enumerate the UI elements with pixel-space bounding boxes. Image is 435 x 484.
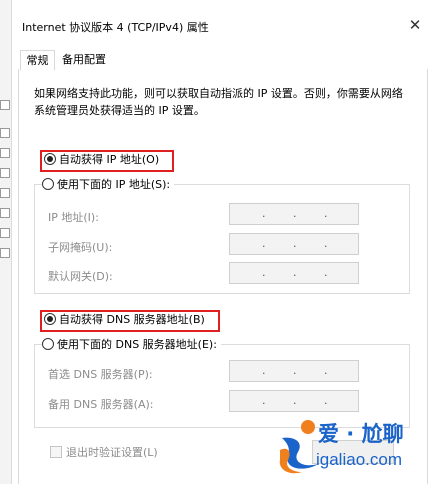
dns-auto-radio[interactable]: 自动获得 DNS 服务器地址(B) xyxy=(44,312,205,328)
background-checkbox xyxy=(0,168,10,178)
ip-address-input[interactable]: . . . xyxy=(229,203,359,225)
alternate-dns-label: 备用 DNS 服务器(A): xyxy=(48,398,154,411)
alternate-dns-input[interactable]: . . . xyxy=(229,390,359,412)
dns-manual-radio[interactable]: 使用下面的 DNS 服务器地址(E): xyxy=(42,337,221,353)
close-button[interactable]: ✕ xyxy=(404,14,426,36)
preferred-dns-input[interactable]: . . . xyxy=(229,360,359,382)
validate-on-exit-checkbox[interactable]: 退出时验证设置(L) xyxy=(50,444,158,460)
watermark: 爱 · 尬聊 igaliao.com xyxy=(278,416,428,478)
checkbox-icon xyxy=(50,446,62,458)
background-checkbox xyxy=(0,228,10,238)
default-gateway-label: 默认网关(D): xyxy=(48,270,113,283)
subnet-mask-input[interactable]: . . . xyxy=(229,233,359,255)
background-checkbox xyxy=(0,148,10,158)
dns-auto-label: 自动获得 DNS 服务器地址(B) xyxy=(59,313,205,326)
watermark-brand: 爱 · 尬聊 xyxy=(318,422,404,446)
tcpip-properties-dialog: Internet 协议版本 4 (TCP/IPv4) 属性 ✕ 常规 备用配置 … xyxy=(12,0,435,484)
ip-auto-radio[interactable]: 自动获得 IP 地址(O) xyxy=(44,152,159,168)
dns-manual-label: 使用下面的 DNS 服务器地址(E): xyxy=(57,338,217,351)
watermark-url: igaliao.com xyxy=(316,450,402,469)
description-text: 如果网络支持此功能，则可以获取自动指派的 IP 设置。否则，你需要从网络系统管理… xyxy=(34,87,403,117)
background-checkbox xyxy=(0,128,10,138)
radio-checked-icon xyxy=(44,313,56,325)
background-window-edge xyxy=(0,0,12,484)
ip-manual-label: 使用下面的 IP 地址(S): xyxy=(57,178,171,191)
radio-unchecked-icon xyxy=(42,178,54,190)
tab-general[interactable]: 常规 xyxy=(20,50,55,71)
radio-unchecked-icon xyxy=(42,338,54,350)
tab-alternate-configuration[interactable]: 备用配置 xyxy=(54,50,114,69)
ip-address-label: IP 地址(I): xyxy=(48,211,99,224)
preferred-dns-label: 首选 DNS 服务器(P): xyxy=(48,368,153,381)
validate-on-exit-label: 退出时验证设置(L) xyxy=(66,446,158,459)
ip-auto-label: 自动获得 IP 地址(O) xyxy=(59,153,160,166)
background-checkbox xyxy=(0,208,10,218)
close-icon: ✕ xyxy=(408,16,422,34)
subnet-mask-label: 子网掩码(U): xyxy=(48,241,113,254)
background-checkbox xyxy=(0,188,10,198)
default-gateway-input[interactable]: . . . xyxy=(229,262,359,284)
ip-manual-radio[interactable]: 使用下面的 IP 地址(S): xyxy=(42,177,175,193)
radio-checked-icon xyxy=(44,153,56,165)
window-title: Internet 协议版本 4 (TCP/IPv4) 属性 xyxy=(22,21,209,34)
background-checkbox xyxy=(0,248,10,258)
background-checkbox xyxy=(0,100,10,110)
